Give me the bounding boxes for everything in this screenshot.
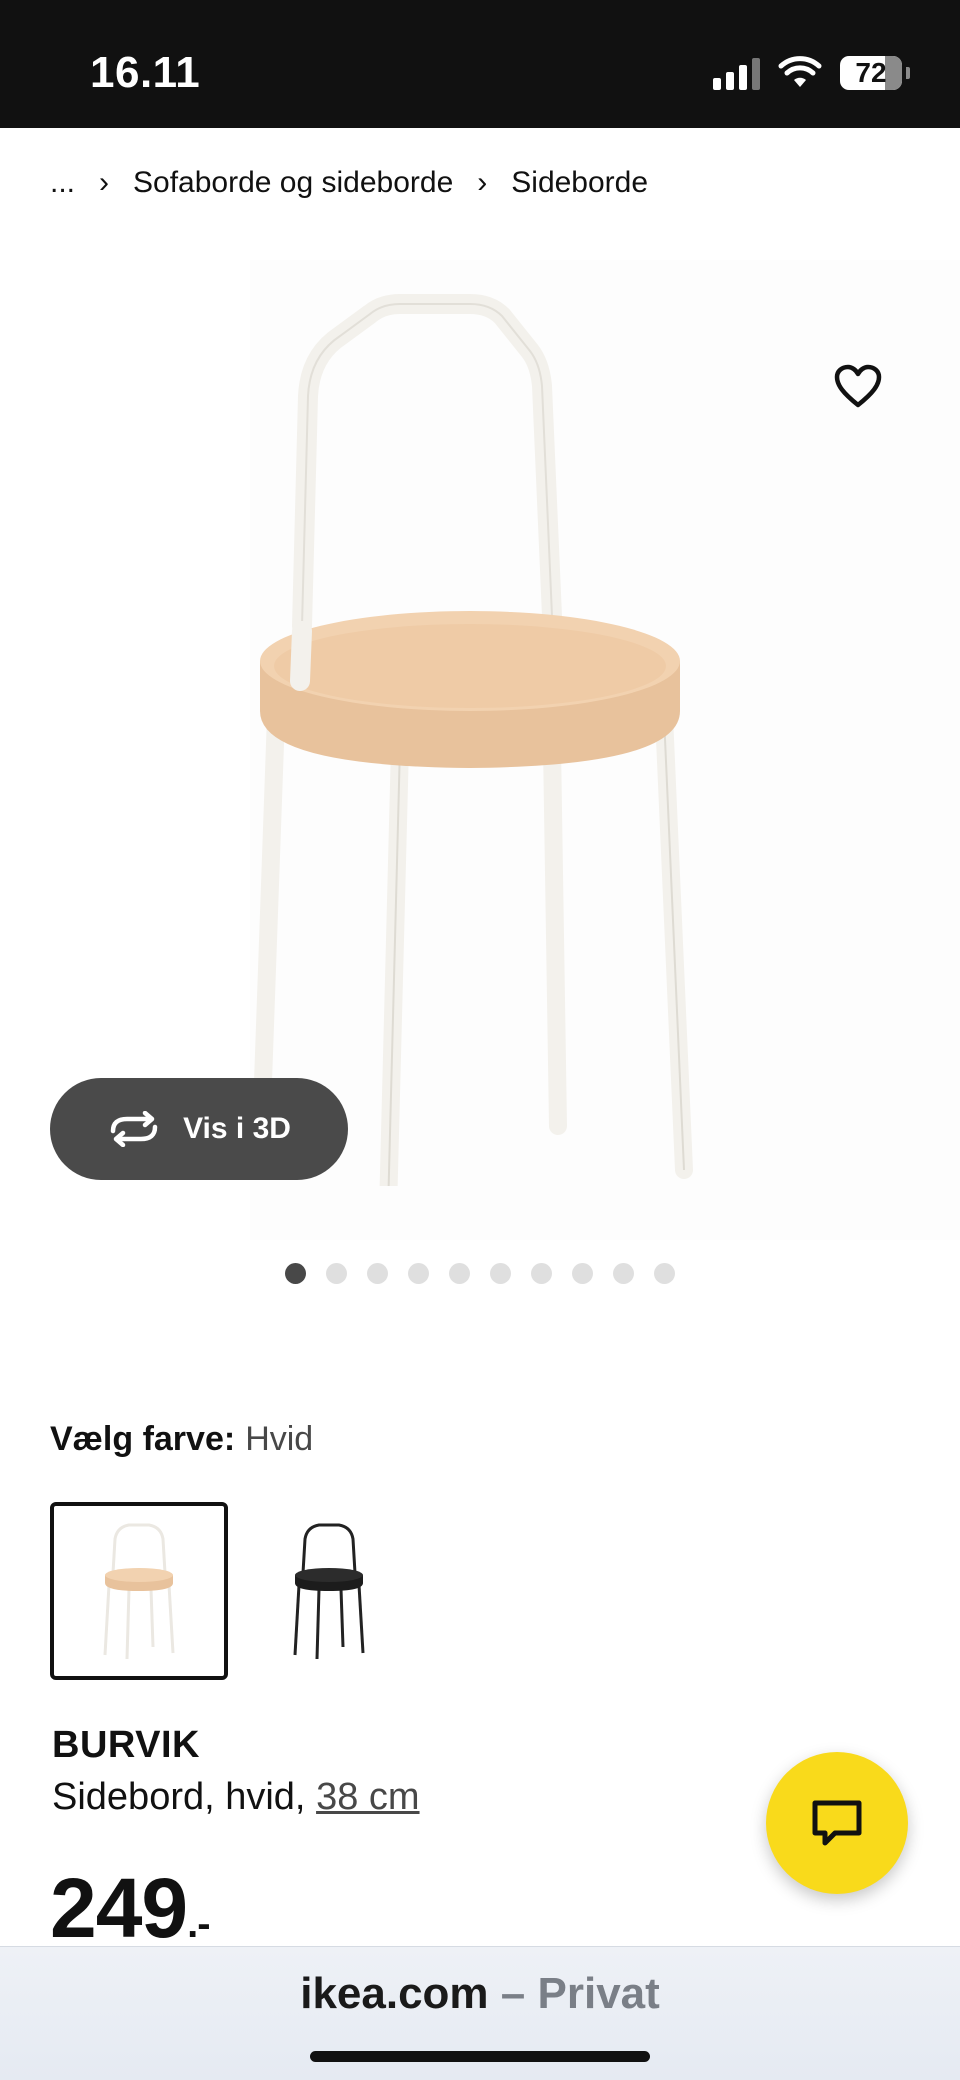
selected-color-value: Hvid bbox=[245, 1420, 314, 1458]
product-description-text: Sidebord, hvid, bbox=[52, 1776, 306, 1818]
pager-dot[interactable] bbox=[490, 1263, 511, 1284]
black-table-thumbnail bbox=[293, 1523, 365, 1660]
rotate-arrows-icon bbox=[110, 1111, 158, 1147]
product-size-link[interactable]: 38 cm bbox=[316, 1776, 419, 1818]
color-label-text: Vælg farve: bbox=[50, 1420, 236, 1458]
browser-address-bar[interactable]: ikea.com – Privat bbox=[0, 1946, 960, 2080]
battery-level: 72 bbox=[855, 57, 887, 88]
breadcrumb-ellipsis[interactable]: ... bbox=[50, 166, 75, 200]
color-selection-label: Vælg farve: Hvid bbox=[50, 1420, 313, 1459]
chat-button[interactable] bbox=[766, 1752, 908, 1894]
color-swatch-black[interactable] bbox=[240, 1502, 418, 1680]
wifi-icon bbox=[778, 56, 822, 87]
battery-cap bbox=[906, 67, 910, 79]
price-suffix: .- bbox=[187, 1902, 210, 1946]
browser-private-mode: – Privat bbox=[500, 1969, 660, 2018]
color-swatch-white[interactable] bbox=[50, 1502, 228, 1680]
pager-dot[interactable] bbox=[408, 1263, 429, 1284]
breadcrumb-item-sideborde[interactable]: Sideborde bbox=[511, 166, 648, 200]
image-pager bbox=[0, 1263, 960, 1284]
status-bar: 16.11 72 bbox=[0, 0, 960, 128]
product-name: BURVIK bbox=[52, 1724, 200, 1766]
browser-url[interactable]: ikea.com – Privat bbox=[0, 1969, 960, 2019]
product-image-gallery[interactable]: Vis i 3D bbox=[0, 240, 960, 1240]
breadcrumb-item-sofaborde[interactable]: Sofaborde og sideborde bbox=[133, 166, 453, 200]
chevron-right-icon: › bbox=[477, 166, 488, 199]
product-description: Sidebord, hvid, 38 cm bbox=[52, 1776, 420, 1819]
breadcrumb: ... › Sofaborde og sideborde › Sideborde bbox=[50, 166, 648, 200]
view-in-3d-button[interactable]: Vis i 3D bbox=[50, 1078, 348, 1180]
pager-dot[interactable] bbox=[654, 1263, 675, 1284]
pager-dot[interactable] bbox=[285, 1263, 306, 1284]
product-price: 249.- bbox=[50, 1860, 211, 1957]
pager-dot[interactable] bbox=[449, 1263, 470, 1284]
price-value: 249 bbox=[50, 1861, 188, 1955]
browser-domain: ikea.com bbox=[300, 1969, 489, 2018]
status-icons: 72 bbox=[713, 56, 910, 90]
pager-dot[interactable] bbox=[531, 1263, 552, 1284]
cellular-signal-icon bbox=[713, 56, 760, 90]
white-table-thumbnail bbox=[103, 1523, 175, 1660]
view-in-3d-label: Vis i 3D bbox=[183, 1112, 291, 1145]
pager-dot[interactable] bbox=[613, 1263, 634, 1284]
status-time: 16.11 bbox=[90, 48, 201, 97]
chevron-right-icon: › bbox=[99, 166, 110, 199]
pager-dot[interactable] bbox=[572, 1263, 593, 1284]
pager-dot[interactable] bbox=[367, 1263, 388, 1284]
battery-icon: 72 bbox=[840, 56, 902, 90]
favorite-button[interactable] bbox=[822, 350, 894, 422]
home-indicator bbox=[310, 2051, 650, 2062]
product-image bbox=[251, 294, 693, 1186]
pager-dot[interactable] bbox=[326, 1263, 347, 1284]
heart-icon bbox=[834, 364, 882, 408]
chat-bubble-icon bbox=[812, 1800, 862, 1846]
